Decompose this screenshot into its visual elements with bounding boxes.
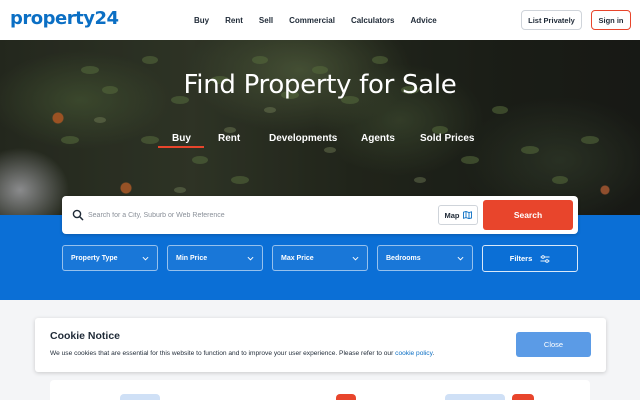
nav-item-rent[interactable]: Rent: [225, 16, 243, 25]
sign-in-button[interactable]: Sign in: [591, 10, 631, 30]
max-price-label: Max Price: [281, 254, 314, 262]
cookie-period: .: [432, 350, 435, 357]
chevron-down-icon: [457, 256, 464, 261]
bedrooms-label: Bedrooms: [386, 254, 421, 262]
property-type-label: Property Type: [71, 254, 118, 262]
logo-number: 24: [94, 8, 119, 29]
hero-banner: [0, 40, 640, 215]
nav-item-commercial[interactable]: Commercial: [289, 16, 335, 25]
search-icon: [72, 209, 84, 221]
search-button[interactable]: Search: [483, 200, 573, 230]
close-button[interactable]: Close: [516, 332, 591, 357]
logo[interactable]: property24: [10, 8, 119, 30]
property-type-dropdown[interactable]: Property Type: [62, 245, 158, 271]
main-nav: Buy Rent Sell Commercial Calculators Adv…: [194, 0, 453, 40]
bedrooms-dropdown[interactable]: Bedrooms: [377, 245, 473, 271]
hero-overlay: [0, 40, 640, 215]
nav-item-advice[interactable]: Advice: [411, 16, 437, 25]
chevron-down-icon: [142, 256, 149, 261]
chevron-down-icon: [352, 256, 359, 261]
nav-item-calculators[interactable]: Calculators: [351, 16, 395, 25]
sliders-icon: [540, 254, 550, 263]
map-icon: [462, 211, 472, 219]
nav-item-buy[interactable]: Buy: [194, 16, 209, 25]
tab-sold-prices[interactable]: Sold Prices: [420, 132, 474, 146]
card-image-2: [445, 394, 505, 400]
card-image-1: [120, 394, 160, 400]
hero-title: Find Property for Sale: [183, 70, 457, 100]
filters-button[interactable]: Filters: [482, 245, 578, 272]
min-price-dropdown[interactable]: Min Price: [167, 245, 263, 271]
cookie-message: We use cookies that are essential for th…: [50, 350, 394, 357]
search-bar: Map Search: [62, 196, 578, 234]
tab-buy[interactable]: Buy: [172, 132, 191, 146]
map-button[interactable]: Map: [438, 205, 478, 225]
card-badge-1: [336, 394, 356, 400]
top-header: property24 Buy Rent Sell Commercial Calc…: [0, 0, 640, 40]
nav-item-sell[interactable]: Sell: [259, 16, 273, 25]
page: property24 Buy Rent Sell Commercial Calc…: [0, 0, 640, 400]
card-badge-2: [512, 394, 534, 400]
min-price-label: Min Price: [176, 254, 208, 262]
cookie-text: We use cookies that are essential for th…: [50, 350, 434, 357]
max-price-dropdown[interactable]: Max Price: [272, 245, 368, 271]
logo-text: property: [10, 8, 95, 29]
active-tab-indicator: [158, 146, 204, 148]
tab-developments[interactable]: Developments: [269, 132, 337, 146]
chevron-down-icon: [247, 256, 254, 261]
cookie-policy-link[interactable]: cookie policy: [395, 350, 432, 357]
search-type-tabs: Buy Rent Developments Agents Sold Prices: [0, 132, 640, 152]
cookie-title: Cookie Notice: [50, 330, 121, 342]
search-input[interactable]: [88, 207, 428, 223]
list-privately-button[interactable]: List Privately: [521, 10, 582, 30]
map-label: Map: [444, 210, 460, 220]
tab-agents[interactable]: Agents: [361, 132, 395, 146]
tab-rent[interactable]: Rent: [218, 132, 240, 146]
cookie-notice: Cookie Notice We use cookies that are es…: [35, 318, 606, 372]
filters-label: Filters: [509, 254, 533, 263]
